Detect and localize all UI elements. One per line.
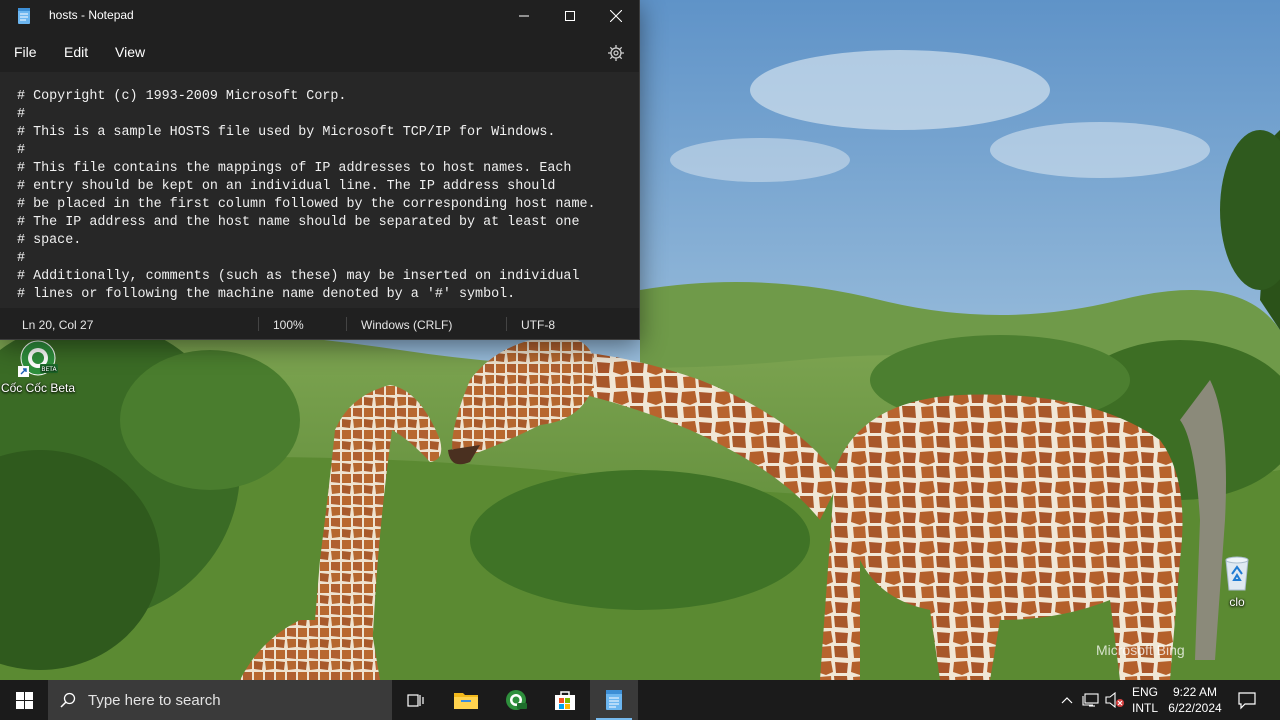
file-explorer-icon [454,693,478,709]
start-button[interactable] [0,680,48,720]
microsoft-store-icon [555,691,575,710]
status-divider [258,317,259,331]
taskbar: Type here to search ENG INTL 9:22 AM 6/2… [0,680,1280,720]
notifications-button[interactable] [1236,689,1258,711]
minimize-icon [519,15,529,17]
coccoc-beta-icon: BETA [18,338,58,378]
title-bar[interactable]: hosts - Notepad [0,0,639,32]
window-title: hosts - Notepad [49,8,134,22]
minimize-button[interactable] [501,0,547,32]
gear-icon [608,45,624,61]
beta-badge: BETA [41,366,57,373]
search-box[interactable]: Type here to search [48,680,392,720]
notepad-taskbar-button[interactable] [590,680,638,720]
maximize-button[interactable] [547,0,593,32]
desktop-icon-label: Cốc Cốc Beta [0,381,76,395]
desktop-icon-recycle-bin[interactable]: clo [1199,552,1275,609]
menu-bar: File Edit View [0,36,639,70]
search-icon [60,692,76,708]
notification-icon [1238,692,1256,710]
menu-edit[interactable]: Edit [64,44,88,60]
keyboard-layout: INTL [1131,701,1158,715]
volume-muted-icon [1105,692,1124,708]
editor-content: # Copyright (c) 1993-2009 Microsoft Corp… [17,89,596,302]
file-explorer-button[interactable] [442,680,490,720]
input-language-button[interactable]: ENG INTL [1130,684,1160,716]
notepad-window: hosts - Notepad File Edit View # Copyrig… [0,0,640,340]
notepad-icon [17,8,31,24]
status-divider [506,317,507,331]
clock-date: 6/22/2024 [1168,701,1222,715]
coccoc-icon [506,690,527,710]
chevron-up-icon [1061,697,1073,704]
windows-icon [15,691,33,709]
clock-button[interactable]: 9:22 AM 6/22/2024 [1164,684,1226,716]
recycle-bin-icon [1217,552,1257,592]
volume-button[interactable] [1105,690,1125,710]
desktop-icon-coccoc-beta[interactable]: BETA Cốc Cốc Beta [0,338,76,395]
desktop-icon-label: clo [1229,595,1245,609]
menu-file[interactable]: File [14,44,37,60]
cursor-position: Ln 20, Col 27 [22,318,94,332]
menu-view[interactable]: View [115,44,145,60]
task-view-icon [407,694,424,707]
text-editor[interactable]: # Copyright (c) 1993-2009 Microsoft Corp… [0,72,639,308]
status-divider [346,317,347,331]
settings-button[interactable] [606,43,626,63]
status-bar: Ln 20, Col 27 100% Windows (CRLF) UTF-8 [0,308,639,339]
bing-watermark: Microsoft Bing [1096,642,1185,658]
close-icon [610,10,622,22]
notepad-icon [606,690,622,710]
encoding: UTF-8 [521,318,555,332]
close-button[interactable] [593,0,639,32]
language-code: ENG [1131,685,1158,699]
microsoft-store-button[interactable] [541,680,589,720]
clock-time: 9:22 AM [1172,685,1218,699]
search-placeholder: Type here to search [88,692,221,709]
task-view-button[interactable] [392,680,440,720]
network-button[interactable] [1081,690,1101,710]
network-icon [1082,693,1099,707]
line-ending: Windows (CRLF) [361,318,453,332]
zoom-level: 100% [273,318,304,332]
maximize-icon [565,11,575,21]
coccoc-button[interactable] [492,680,540,720]
show-hidden-icons-button[interactable] [1057,690,1077,710]
